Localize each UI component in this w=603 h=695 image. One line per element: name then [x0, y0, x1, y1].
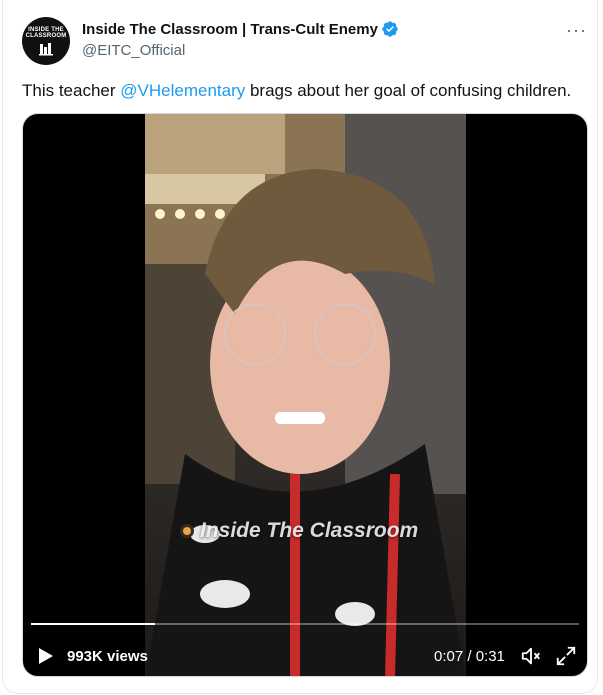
- video-progress-bar[interactable]: [31, 623, 579, 625]
- author-display-name[interactable]: Inside The Classroom | Trans-Cult Enemy: [82, 21, 378, 38]
- more-options-icon[interactable]: ···: [566, 20, 587, 41]
- author-name-row: Inside The Classroom | Trans-Cult Enemy: [82, 20, 399, 38]
- video-progress-fill: [31, 623, 155, 625]
- tweet-text-after: brags about her goal of confusing childr…: [245, 81, 572, 100]
- video-time: 0:07 / 0:31: [434, 648, 505, 665]
- fullscreen-icon[interactable]: [555, 645, 577, 667]
- watermark-text: Inside The Classroom: [200, 519, 419, 542]
- mention-link[interactable]: @VHelementary: [120, 81, 245, 100]
- classroom-logo-icon: [39, 42, 53, 55]
- eye-logo-icon: [180, 524, 194, 538]
- video-frame: [145, 114, 466, 676]
- video-still: [145, 114, 466, 676]
- avatar-text-line2: CLASSROOM: [25, 32, 67, 39]
- author-avatar[interactable]: INSIDE THE CLASSROOM: [22, 17, 70, 65]
- video-watermark: Inside The Classroom: [180, 519, 430, 543]
- volume-muted-icon[interactable]: [520, 645, 542, 667]
- view-count: 993K views: [67, 648, 148, 665]
- play-icon[interactable]: [38, 647, 54, 665]
- tweet-card: INSIDE THE CLASSROOM Inside The Classroo…: [2, 0, 598, 694]
- verified-badge-icon: [382, 21, 398, 37]
- tweet-text: This teacher @VHelementary brags about h…: [22, 81, 571, 101]
- tweet-text-before: This teacher: [22, 81, 121, 100]
- video-player[interactable]: Inside The Classroom 993K views 0:07 / 0…: [22, 113, 588, 677]
- author-handle[interactable]: @EITC_Official: [82, 42, 185, 59]
